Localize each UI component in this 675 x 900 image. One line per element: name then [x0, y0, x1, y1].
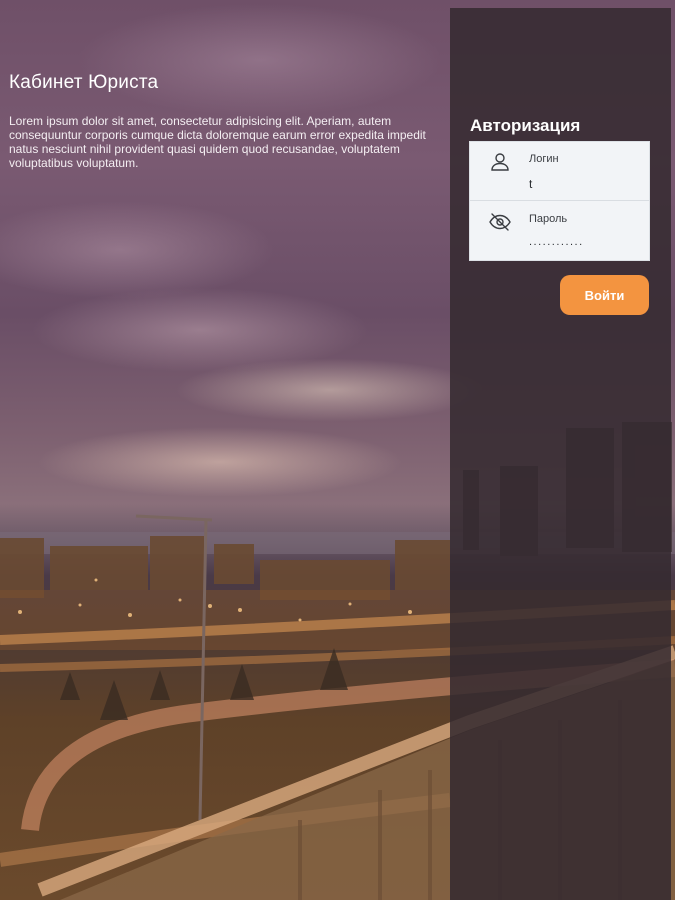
password-label: Пароль [529, 213, 568, 225]
user-icon [488, 150, 512, 174]
login-input[interactable] [527, 175, 646, 193]
auth-title: Авторизация [470, 116, 581, 135]
password-field-group: Пароль [470, 202, 649, 260]
auth-panel: Авторизация Логин t Пароль ............ … [450, 8, 671, 900]
login-field-group: Логин [470, 142, 649, 201]
eye-off-icon[interactable] [488, 210, 512, 234]
intro-section: Кабинет Юриста Lorem ipsum dolor sit ame… [9, 72, 439, 170]
page-title: Кабинет Юриста [9, 72, 159, 93]
login-screen: Кабинет Юриста Lorem ipsum dolor sit ame… [0, 0, 675, 900]
intro-description: Lorem ipsum dolor sit amet, consectetur … [9, 114, 426, 170]
login-button[interactable]: Войти [560, 275, 649, 315]
login-form: Логин Пароль [469, 141, 650, 261]
password-input[interactable] [527, 233, 646, 251]
login-label: Логин [529, 153, 559, 165]
